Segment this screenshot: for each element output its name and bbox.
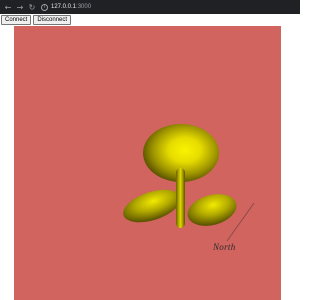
north-label: North (213, 242, 236, 252)
info-icon[interactable]: i (41, 3, 48, 11)
arrow-right-icon[interactable]: → (15, 1, 25, 13)
browser-toolbar: ← → ↻ i 127.0.0.1:3000 (0, 0, 300, 14)
connect-button[interactable]: Connect (1, 15, 32, 25)
address-bar[interactable]: i 127.0.0.1:3000 (41, 2, 91, 12)
right-leaf (187, 194, 237, 226)
flower-stem (176, 168, 185, 228)
left-leaf (123, 189, 181, 223)
url-host: 127.0.0.1 (51, 4, 77, 10)
disconnect-button[interactable]: Disconnect (33, 15, 72, 25)
reload-icon[interactable]: ↻ (27, 1, 37, 13)
url-port: :3000 (76, 4, 92, 10)
arrow-left-icon[interactable]: ← (3, 1, 13, 13)
scene-svg (123, 124, 255, 242)
scene-canvas[interactable]: North (14, 26, 281, 300)
app-toolbar: Connect Disconnect (0, 15, 72, 25)
